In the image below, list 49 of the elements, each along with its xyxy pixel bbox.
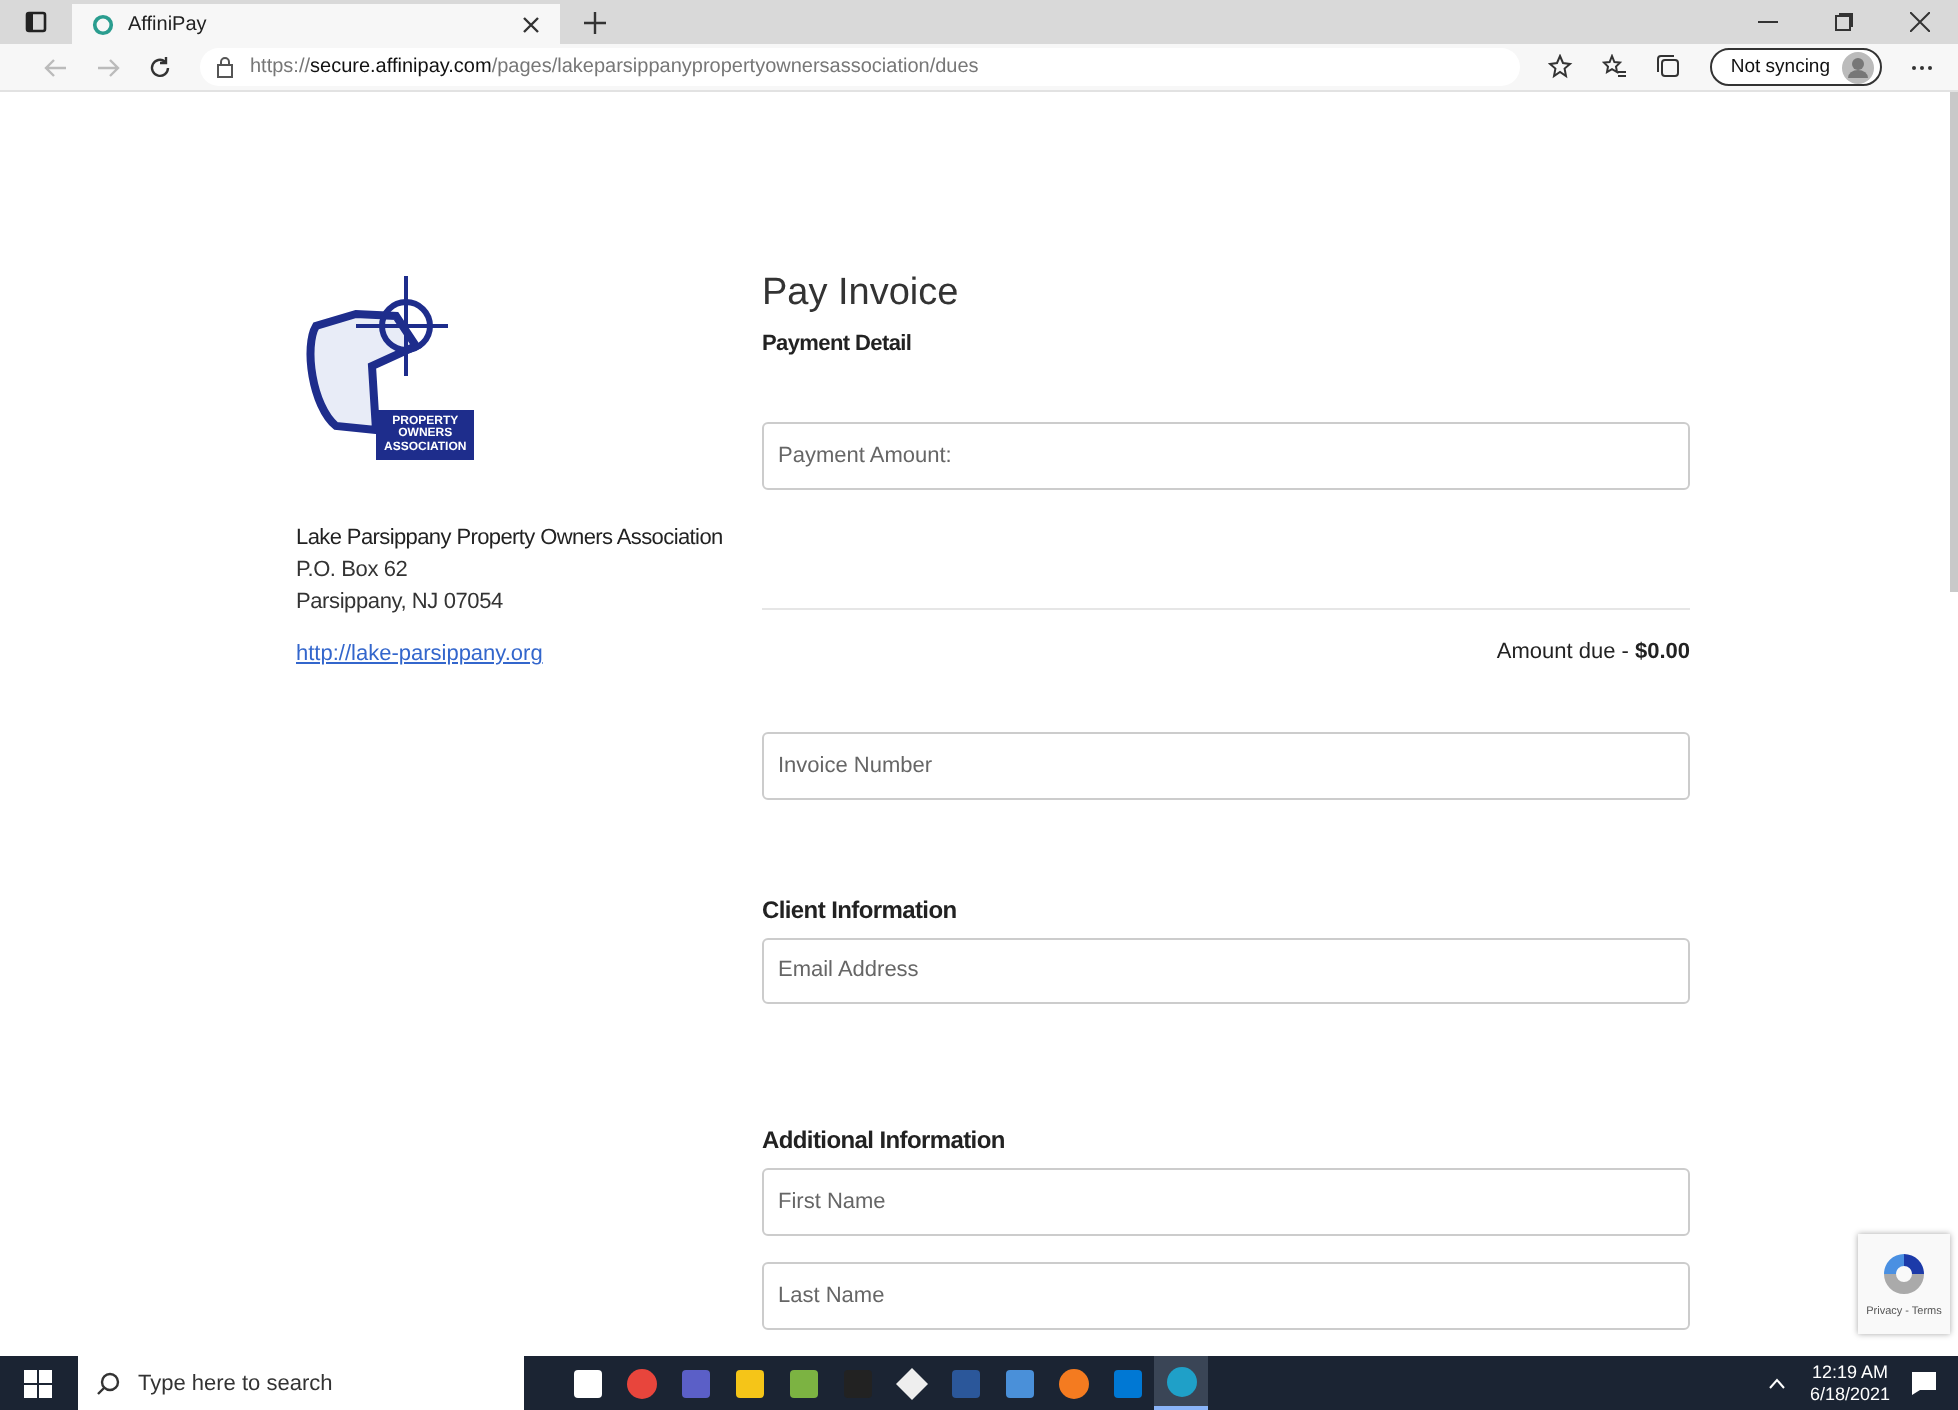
website-link[interactable]: http://lake-parsippany.org	[296, 642, 762, 666]
close-tab-icon[interactable]	[522, 15, 540, 33]
app-icon	[895, 1367, 927, 1399]
add-favorite-icon[interactable]	[1548, 54, 1575, 80]
address-line: Parsippany, NJ 07054	[296, 590, 505, 614]
app-icon	[1057, 1367, 1089, 1399]
input-field[interactable]: First Name	[762, 1168, 1690, 1237]
recaptcha-icon	[1880, 1250, 1928, 1298]
section-heading: Payment Detail	[762, 332, 914, 356]
notifications-icon[interactable]	[1910, 1370, 1938, 1396]
refresh-icon[interactable]	[148, 55, 172, 79]
app-icon	[1165, 1365, 1197, 1397]
new-tab-icon[interactable]	[584, 11, 606, 33]
organization-name: Lake Parsippany Property Owners Association	[296, 526, 725, 550]
avatar-icon	[1842, 51, 1874, 83]
collections-icon[interactable]	[1656, 54, 1683, 80]
app-icon	[571, 1367, 603, 1399]
section-heading: Client Information	[762, 895, 959, 924]
input-field[interactable]: Email Address	[762, 937, 1690, 1005]
tab-actions-icon[interactable]	[24, 10, 48, 34]
app-icon	[1111, 1367, 1143, 1399]
section-heading: Additional Information	[762, 1126, 1007, 1155]
amount-due: Amount due - $0.00	[1496, 639, 1690, 664]
invoice-number-field[interactable]: Invoice Number	[762, 731, 1690, 800]
taskbar-search-field[interactable]: Type here to search	[78, 1356, 524, 1410]
address-bar[interactable]: https://secure.affinipay.com/pages/lakeparsippanypropertyownersassociation/dues	[200, 48, 1521, 86]
browser-tab[interactable]: AffiniPay	[72, 4, 560, 44]
clock-date: 6/18/2021	[1809, 1383, 1890, 1405]
windows-start-icon[interactable]	[24, 1369, 52, 1397]
favorites-icon[interactable]	[1602, 54, 1629, 80]
app-icon	[625, 1367, 657, 1399]
input-field[interactable]: Last Name	[762, 1262, 1690, 1330]
lock-icon	[216, 56, 234, 78]
restore-icon[interactable]	[1834, 12, 1854, 32]
sync-button[interactable]: Not syncing	[1710, 48, 1882, 86]
app-icon	[679, 1367, 711, 1399]
site-favicon	[92, 13, 114, 35]
search-icon	[96, 1371, 120, 1395]
payment-amount-field[interactable]: Payment Amount:	[762, 422, 1690, 490]
tray-caret-icon[interactable]	[1767, 1377, 1786, 1389]
app-icon	[1003, 1367, 1035, 1399]
app-icon	[949, 1367, 981, 1399]
app-icon	[787, 1367, 819, 1399]
clock-time: 12:19 AM	[1811, 1361, 1888, 1383]
page-title: Pay Invoice	[762, 272, 961, 316]
address-line: P.O. Box 62	[296, 558, 410, 582]
app-icon	[733, 1367, 765, 1399]
more-menu-icon[interactable]	[1910, 63, 1934, 71]
close-window-icon[interactable]	[1910, 12, 1930, 32]
